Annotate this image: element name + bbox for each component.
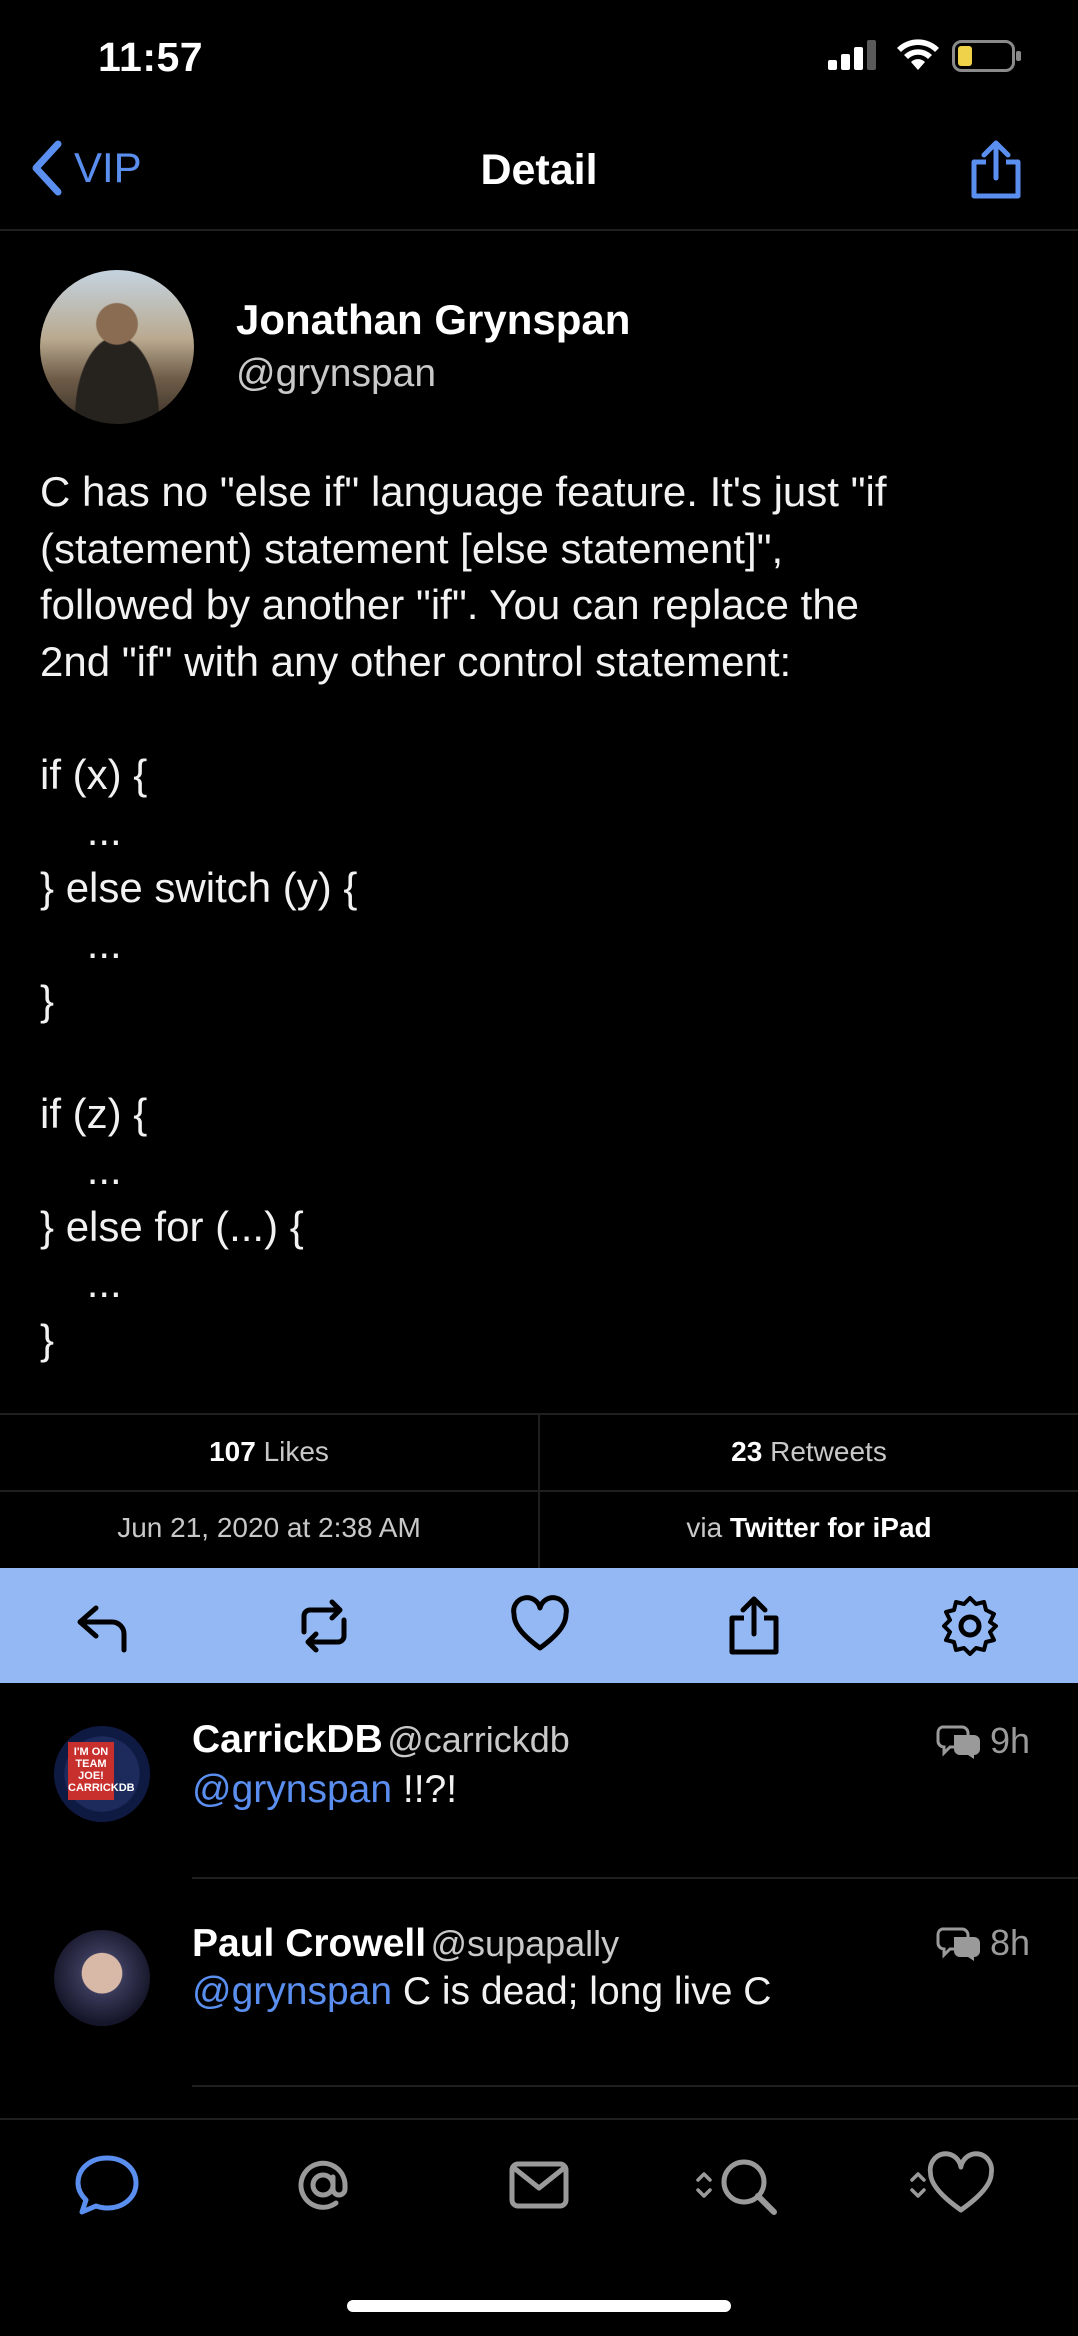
share-icon[interactable] [722,1594,786,1658]
reply-avatar[interactable]: I'M ON TEAM JOE! CARRICKDB [54,1726,150,1822]
author-avatar[interactable] [40,270,194,424]
reply-time: 8h [936,1922,1030,1964]
tweet-action-bar [0,1568,1078,1683]
reply-text: @grynspan !!?! [192,1768,458,1811]
tweet-source: via Twitter for iPad [686,1512,932,1543]
reply-avatar[interactable] [54,1930,150,2026]
home-indicator[interactable] [347,2300,731,2312]
messages-icon[interactable] [504,2150,574,2220]
reply-author-name[interactable]: Paul Crowell [192,1922,426,1965]
favorites-icon[interactable] [908,2150,1004,2220]
reply-text: @grynspan C is dead; long live C [192,1970,772,2013]
retweet-icon[interactable] [292,1594,356,1658]
author-handle[interactable]: @grynspan [236,352,436,396]
conversation-icon [936,1725,980,1759]
reply-author-handle[interactable]: @supapally [431,1923,620,1964]
stats-vertical-divider [538,1413,540,1568]
mentions-icon[interactable] [288,2150,358,2220]
header-divider [0,229,1078,231]
timeline-icon[interactable] [72,2150,142,2220]
tweet-text: C has no "else if" language feature. It'… [40,468,887,1363]
reply-author-handle[interactable]: @carrickdb [387,1719,570,1760]
settings-icon[interactable] [938,1594,1002,1658]
reply-mention[interactable]: @grynspan [192,1768,392,1811]
reply-divider [192,1877,1078,1879]
author-name[interactable]: Jonathan Grynspan [236,296,630,344]
status-time: 11:57 [98,34,204,80]
reply-header: CarrickDB @carrickdb [192,1718,570,1762]
wifi-icon [897,39,939,70]
reply-time: 9h [936,1720,1030,1762]
tweet-date: Jun 21, 2020 at 2:38 AM [117,1512,421,1543]
tab-bar-divider [0,2118,1078,2120]
conversation-icon [936,1927,980,1961]
likes-count[interactable]: 107 Likes [0,1436,538,1468]
cellular-signal-icon [828,40,876,70]
reply-icon[interactable] [72,1594,136,1658]
reply-author-name[interactable]: CarrickDB [192,1718,383,1761]
share-icon[interactable] [966,138,1026,200]
retweets-count[interactable]: 23 Retweets [540,1436,1078,1468]
reply-divider [192,2085,1078,2087]
page-title: Detail [480,146,598,194]
battery-icon [952,40,1021,72]
like-icon[interactable] [508,1594,572,1658]
avatar-badge: I'M ON TEAM JOE! CARRICKDB [68,1742,135,1800]
reply-mention[interactable]: @grynspan [192,1970,392,2013]
reply-header: Paul Crowell @supapally [192,1922,619,1966]
search-icon[interactable] [694,2150,790,2220]
